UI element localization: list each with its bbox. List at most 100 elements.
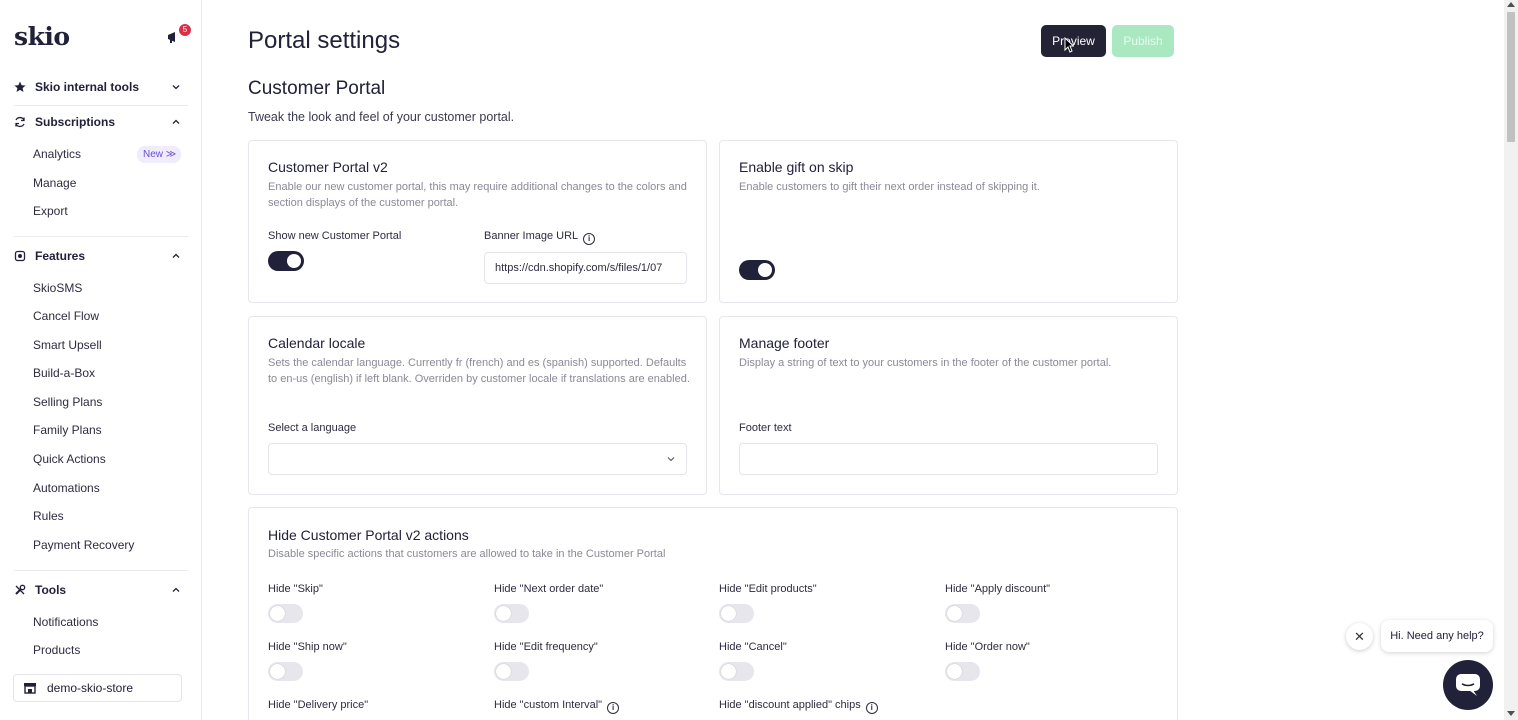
- hide-custom-interval-label: Hide "custom Interval" i: [494, 699, 620, 714]
- hide-apply-discount-toggle[interactable]: [945, 604, 980, 623]
- sidebar-item-family-plans[interactable]: Family Plans: [33, 422, 102, 438]
- sidebar-item-products[interactable]: Products: [33, 642, 80, 658]
- section-features[interactable]: Features: [14, 247, 182, 265]
- store-name: demo-skio-store: [47, 681, 134, 695]
- hide-apply-discount-label: Hide "Apply discount": [945, 583, 1051, 595]
- publish-button[interactable]: Publish: [1112, 25, 1174, 57]
- sidebar-item-build-a-box[interactable]: Build-a-Box: [33, 365, 95, 381]
- card-customer-portal-v2: Customer Portal v2 Enable our new custom…: [248, 140, 707, 303]
- section-tools[interactable]: Tools: [14, 581, 182, 599]
- hide-ship-now-toggle[interactable]: [268, 662, 303, 681]
- hide-skip-toggle[interactable]: [268, 604, 303, 623]
- sidebar-item-smart-upsell[interactable]: Smart Upsell: [33, 337, 102, 353]
- divider: [14, 105, 188, 106]
- sidebar-item-manage[interactable]: Manage: [33, 175, 76, 191]
- gift-on-skip-toggle[interactable]: [739, 260, 775, 280]
- chevron-up-icon: [172, 587, 180, 592]
- section-subheading: Tweak the look and feel of your customer…: [248, 110, 515, 124]
- divider: [14, 236, 188, 237]
- toggle-label: Show new Customer Portal: [268, 230, 402, 242]
- hide-cancel-toggle[interactable]: [719, 662, 754, 681]
- chevron-down-icon: [667, 457, 675, 462]
- star-icon: [14, 81, 26, 92]
- card-gift-on-skip: Enable gift on skip Enable customers to …: [719, 140, 1178, 303]
- card-description: Enable our new customer portal, this may…: [268, 181, 687, 209]
- chevron-up-icon: [172, 119, 180, 124]
- settings-icon: [14, 250, 26, 262]
- sidebar-item-automations[interactable]: Automations: [33, 480, 100, 496]
- card-title: Customer Portal v2: [268, 159, 388, 175]
- page-scrollbar[interactable]: [1504, 0, 1518, 720]
- section-label: Features: [35, 249, 86, 263]
- cursor-icon: [1064, 37, 1074, 53]
- section-label: Subscriptions: [35, 115, 116, 129]
- section-skio-internal-tools[interactable]: Skio internal tools: [14, 78, 182, 96]
- scroll-up-arrow-icon[interactable]: [1507, 2, 1515, 7]
- hide-skip-label: Hide "Skip": [268, 583, 323, 595]
- section-label: Tools: [35, 583, 67, 597]
- footer-text-input[interactable]: [739, 443, 1158, 475]
- section-label: Skio internal tools: [35, 80, 140, 94]
- sidebar-item-export[interactable]: Export: [33, 203, 68, 219]
- hide-next-order-date-label: Hide "Next order date": [494, 583, 604, 595]
- scroll-down-arrow-icon[interactable]: [1507, 711, 1515, 716]
- sidebar-item-cancel-flow[interactable]: Cancel Flow: [33, 308, 99, 324]
- select-label: Select a language: [268, 422, 357, 434]
- chevron-down-icon: [172, 85, 180, 90]
- sidebar-item-notifications[interactable]: Notifications: [33, 614, 98, 630]
- store-switcher[interactable]: demo-skio-store: [13, 674, 182, 702]
- info-icon[interactable]: i: [865, 702, 878, 714]
- hide-discount-chips-label: Hide "discount applied" chips i: [719, 699, 878, 714]
- hide-order-now-label: Hide "Order now": [945, 641, 1030, 653]
- card-description: Enable customers to gift their next orde…: [739, 181, 1040, 193]
- card-title: Enable gift on skip: [739, 159, 854, 175]
- footer-label: Footer text: [739, 422, 792, 434]
- chat-icon: [1456, 674, 1480, 696]
- hide-cancel-label: Hide "Cancel": [719, 641, 787, 653]
- hide-ship-now-label: Hide "Ship now": [268, 641, 347, 653]
- tools-icon: [15, 584, 26, 595]
- card-calendar-locale: Calendar locale Sets the calendar langua…: [248, 316, 707, 495]
- hide-edit-products-toggle[interactable]: [719, 604, 754, 623]
- notification-badge: 5: [179, 24, 191, 36]
- banner-url-input[interactable]: https://cdn.shopify.com/s/files/1/07: [484, 252, 687, 284]
- hide-edit-frequency-label: Hide "Edit frequency": [494, 641, 598, 653]
- close-icon: ✕: [1354, 629, 1365, 644]
- card-title: Manage footer: [739, 335, 830, 351]
- scroll-thumb[interactable]: [1507, 12, 1515, 142]
- card-description: Disable specific actions that customers …: [268, 548, 666, 560]
- logo[interactable]: skio: [14, 22, 70, 51]
- chevron-up-icon: [172, 253, 180, 258]
- card-description: Sets the calendar language. Currently fr…: [268, 357, 690, 385]
- card-manage-footer: Manage footer Display a string of text t…: [719, 316, 1178, 495]
- card-hide-actions: Hide Customer Portal v2 actions Disable …: [248, 507, 1178, 720]
- store-icon: [24, 683, 36, 694]
- section-heading: Customer Portal: [248, 78, 386, 99]
- sidebar-item-quick-actions[interactable]: Quick Actions: [33, 451, 106, 467]
- language-select[interactable]: [268, 443, 687, 475]
- hide-edit-frequency-toggle[interactable]: [494, 662, 529, 681]
- sidebar-item-rules[interactable]: Rules: [33, 508, 64, 524]
- chat-close-button[interactable]: ✕: [1346, 623, 1373, 650]
- info-icon[interactable]: i: [583, 233, 596, 245]
- page-title: Portal settings: [248, 27, 401, 54]
- sidebar-item-selling-plans[interactable]: Selling Plans: [33, 394, 102, 410]
- section-subscriptions[interactable]: Subscriptions: [14, 113, 182, 131]
- show-new-portal-toggle[interactable]: [268, 251, 304, 271]
- chat-launcher-button[interactable]: [1443, 660, 1493, 710]
- sidebar-item-skiosms[interactable]: SkioSMS: [33, 280, 82, 296]
- sidebar-item-payment-recovery[interactable]: Payment Recovery: [33, 537, 134, 553]
- hide-next-order-date-toggle[interactable]: [494, 604, 529, 623]
- sidebar-item-analytics[interactable]: Analytics: [33, 146, 81, 162]
- banner-label: Banner Image URL i: [484, 230, 596, 245]
- sparkle-icon: ≫: [165, 149, 177, 160]
- new-badge: New ≫: [137, 146, 181, 163]
- info-icon[interactable]: i: [607, 702, 620, 714]
- hide-order-now-toggle[interactable]: [945, 662, 980, 681]
- refresh-icon: [15, 116, 25, 128]
- card-description: Display a string of text to your custome…: [739, 357, 1112, 369]
- divider: [14, 570, 188, 571]
- chat-prompt[interactable]: Hi. Need any help?: [1381, 620, 1493, 652]
- sidebar: skio 5 Skio internal tools Subscriptions…: [0, 0, 202, 720]
- card-title: Hide Customer Portal v2 actions: [268, 527, 469, 543]
